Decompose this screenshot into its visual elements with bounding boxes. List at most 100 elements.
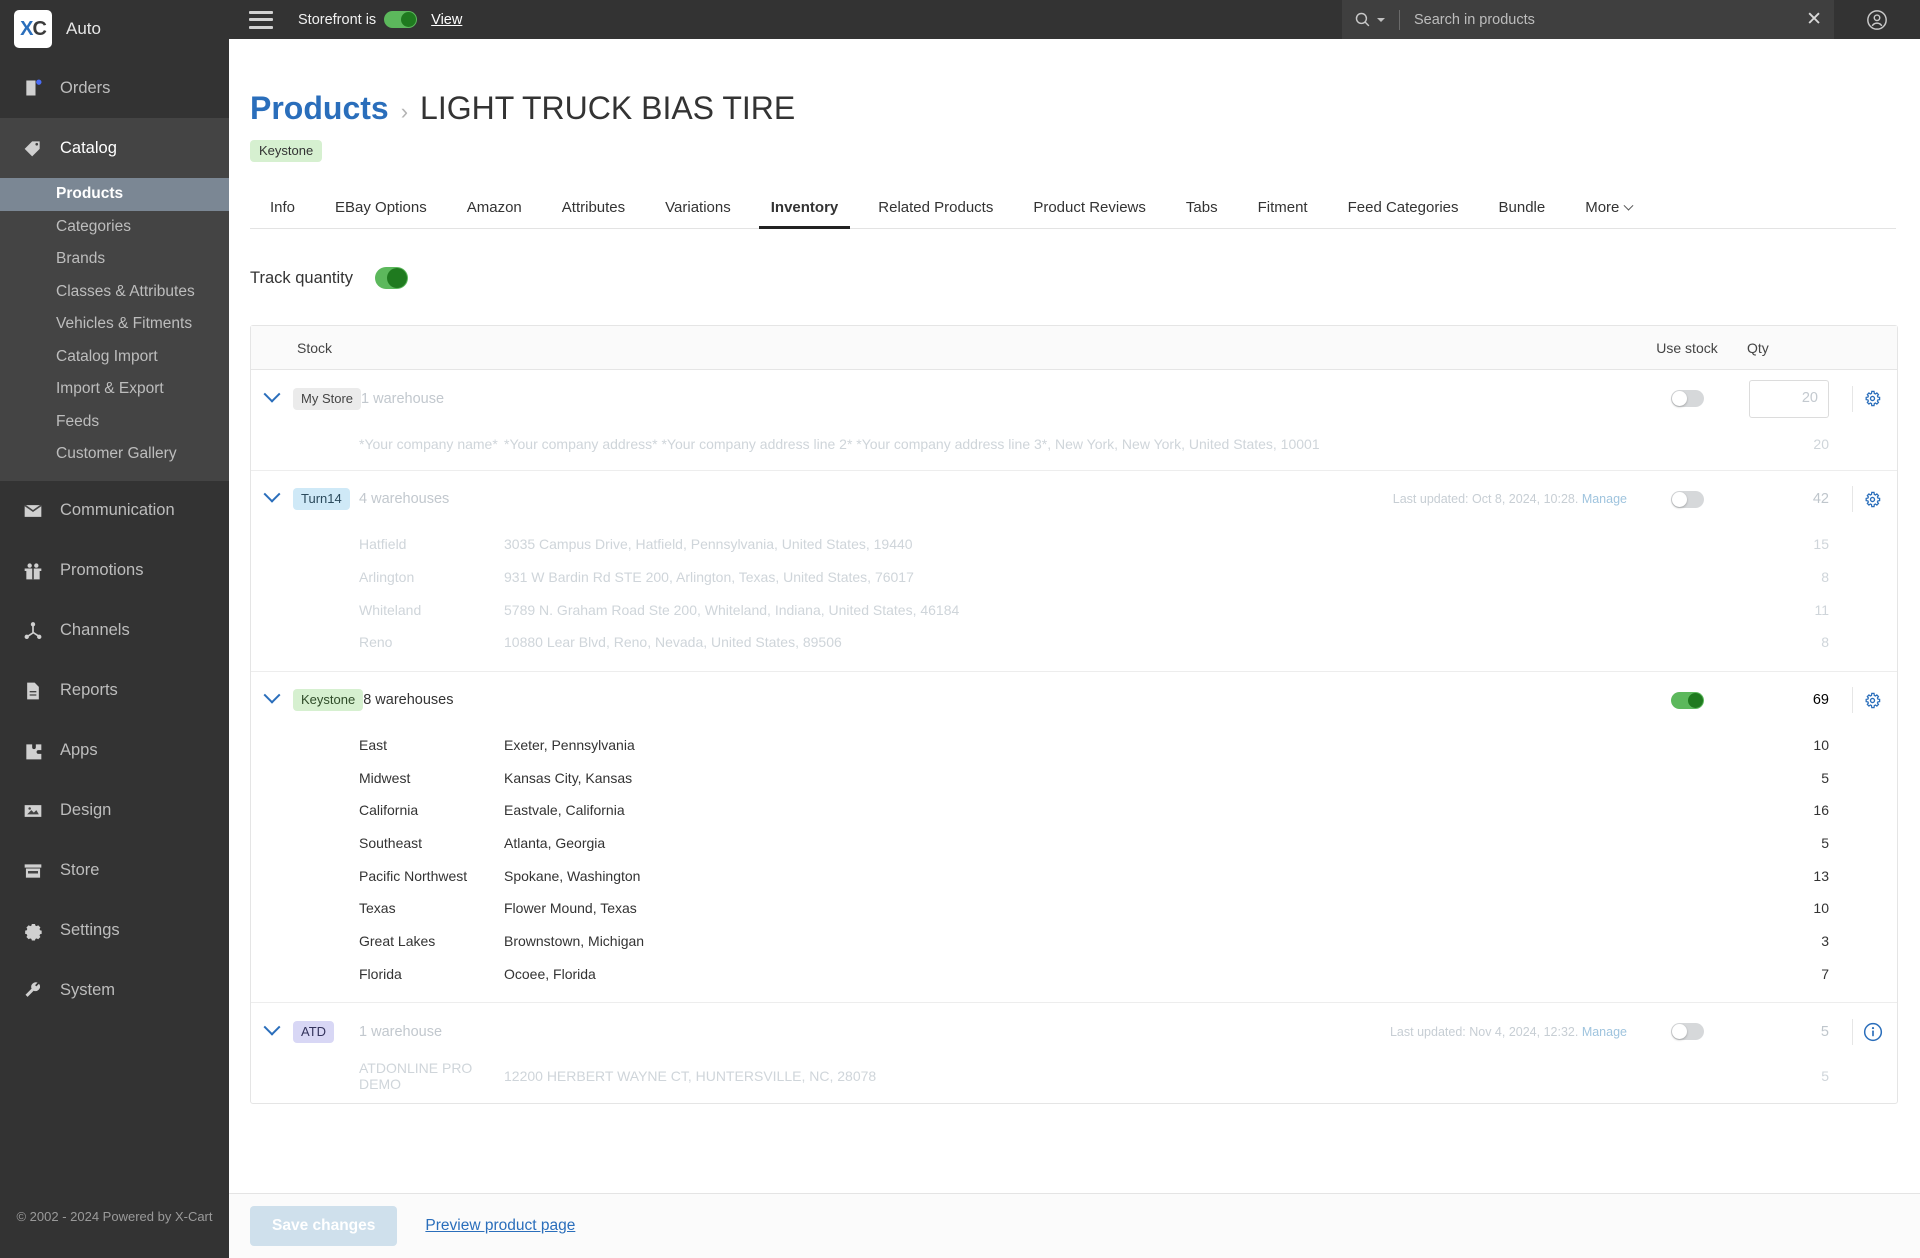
account-button[interactable] — [1834, 9, 1920, 31]
inventory-group-row: My Store 1 warehouse 20 — [251, 370, 1897, 427]
warehouse-row: Whiteland 5789 N. Graham Road Ste 200, W… — [251, 593, 1897, 626]
sidebar-item-feeds[interactable]: Feeds — [0, 406, 229, 439]
qty-input[interactable]: 20 — [1749, 379, 1829, 418]
warehouse-row: Reno 10880 Lear Blvd, Reno, Nevada, Unit… — [251, 626, 1897, 659]
group-qty: 69 — [1812, 692, 1829, 709]
tab-label: Feed Categories — [1347, 199, 1459, 217]
save-button[interactable]: Save changes — [250, 1206, 398, 1246]
sidebar-item-label: Orders — [60, 78, 111, 97]
warehouse-row: ATDONLINE PRO DEMO 12200 HERBERT WAYNE C… — [251, 1060, 1897, 1093]
sidebar-item-label: System — [60, 981, 116, 999]
sidebar-item-label: Communication — [60, 501, 175, 519]
sidebar-item-classes-attributes[interactable]: Classes & Attributes — [0, 276, 229, 309]
storefront-toggle[interactable] — [384, 11, 418, 28]
search-icon — [1354, 11, 1371, 28]
group-qty: 5 — [1820, 1023, 1829, 1040]
use-stock-toggle[interactable] — [1670, 1023, 1704, 1041]
sidebar-item-communication[interactable]: Communication — [0, 481, 229, 541]
menu-toggle-icon[interactable] — [249, 10, 273, 29]
track-quantity-toggle[interactable] — [375, 267, 409, 290]
expand-collapse-button[interactable] — [251, 385, 293, 407]
last-updated-text: Last updated: Nov 4, 2024, 12:32. — [1389, 1024, 1579, 1039]
use-stock-toggle[interactable] — [1670, 490, 1704, 508]
inventory-group: My Store 1 warehouse 20 *Your company na… — [251, 370, 1897, 471]
gift-icon — [22, 560, 44, 582]
sidebar-item-system[interactable]: System — [0, 961, 229, 1021]
warehouse-name: Great Lakes — [359, 933, 436, 950]
manage-link[interactable]: Manage — [1582, 1025, 1627, 1039]
tab-feed-categories[interactable]: Feed Categories — [1328, 199, 1479, 228]
sidebar-item-promotions[interactable]: Promotions — [0, 541, 229, 601]
sidebar-item-products[interactable]: Products — [0, 178, 229, 211]
tab-bundle[interactable]: Bundle — [1479, 199, 1566, 228]
gear-icon[interactable] — [1863, 691, 1882, 710]
gear-icon[interactable] — [1863, 389, 1882, 408]
expand-collapse-button[interactable] — [251, 686, 293, 708]
warehouse-qty: 5 — [1821, 769, 1829, 786]
view-storefront-link[interactable]: View — [431, 12, 462, 28]
subnav-label: Vehicles & Fitments — [56, 315, 193, 333]
sidebar-item-design[interactable]: Design — [0, 781, 229, 841]
sidebar-item-vehicles-fitments[interactable]: Vehicles & Fitments — [0, 308, 229, 341]
use-stock-toggle[interactable] — [1670, 691, 1704, 709]
warehouse-qty: 20 — [1813, 435, 1829, 452]
sidebar-item-categories[interactable]: Categories — [0, 211, 229, 244]
tab-tabs[interactable]: Tabs — [1166, 199, 1238, 228]
tab-amazon[interactable]: Amazon — [447, 199, 542, 228]
warehouse-count: 4 warehouses — [359, 491, 450, 508]
chevron-down-icon — [263, 686, 281, 704]
info-icon[interactable] — [1863, 1022, 1883, 1042]
tab-fitment[interactable]: Fitment — [1238, 199, 1328, 228]
tab-ebay-options[interactable]: EBay Options — [315, 199, 447, 228]
sidebar-item-reports[interactable]: Reports — [0, 661, 229, 721]
warehouse-name: ATDONLINE PRO DEMO — [359, 1060, 473, 1093]
expand-collapse-button[interactable] — [251, 1018, 293, 1040]
manage-link[interactable]: Manage — [1582, 492, 1627, 506]
subnav-label: Categories — [56, 217, 131, 235]
tab-label: Info — [270, 199, 296, 217]
sidebar-item-import-export[interactable]: Import & Export — [0, 373, 229, 406]
sidebar-item-settings[interactable]: Settings — [0, 901, 229, 961]
expand-collapse-button[interactable] — [251, 486, 293, 507]
inventory-group: Turn14 4 warehouses Last updated: Oct 8,… — [251, 471, 1897, 672]
tab-more[interactable]: More — [1565, 199, 1652, 228]
sidebar-item-catalog-import[interactable]: Catalog Import — [0, 341, 229, 374]
tab-attributes[interactable]: Attributes — [542, 199, 645, 228]
warehouse-row: Florida Ocoee, Florida 7 — [251, 957, 1897, 990]
sidebar-item-catalog[interactable]: Catalog — [0, 118, 229, 178]
warehouse-count: 1 warehouse — [361, 390, 445, 407]
search-input[interactable] — [1414, 11, 1799, 28]
brand[interactable]: XC Auto — [0, 0, 229, 58]
close-icon[interactable]: ✕ — [1806, 10, 1822, 29]
inventory-table: Stock Use stock Qty My Store 1 warehouse — [250, 325, 1898, 1104]
sidebar-item-label: Catalog — [60, 138, 117, 157]
tab-variations[interactable]: Variations — [645, 199, 751, 228]
gear-icon[interactable] — [1863, 490, 1882, 509]
sidebar-item-channels[interactable]: Channels — [0, 601, 229, 661]
warehouse-row: Pacific Northwest Spokane, Washington 13 — [251, 859, 1897, 892]
sidebar-item-store[interactable]: Store — [0, 841, 229, 901]
tab-related-products[interactable]: Related Products — [858, 199, 1013, 228]
warehouse-qty: 10 — [1813, 900, 1829, 917]
breadcrumb-products-link[interactable]: Products — [250, 90, 389, 126]
chevron-down-icon[interactable] — [1377, 17, 1385, 22]
sidebar-item-apps[interactable]: Apps — [0, 721, 229, 781]
xcart-logo-icon: XC — [14, 10, 52, 48]
warehouse-address: 931 W Bardin Rd STE 200, Arlington, Texa… — [504, 568, 914, 585]
tab-label: Bundle — [1498, 199, 1546, 217]
tab-info[interactable]: Info — [250, 199, 315, 228]
sidebar-item-orders[interactable]: Orders — [0, 58, 229, 118]
tab-label: Fitment — [1257, 199, 1308, 217]
tab-product-reviews[interactable]: Product Reviews — [1013, 199, 1166, 228]
warehouse-address: 10880 Lear Blvd, Reno, Nevada, United St… — [504, 634, 842, 651]
preview-product-page-link[interactable]: Preview product page — [425, 1217, 575, 1235]
sidebar-item-label: Design — [60, 801, 112, 819]
sidebar-item-brands[interactable]: Brands — [0, 243, 229, 276]
supplier-badge: Turn14 — [293, 488, 350, 511]
use-stock-toggle[interactable] — [1670, 390, 1704, 408]
logo-letter-c: C — [32, 17, 46, 40]
sidebar-item-customer-gallery[interactable]: Customer Gallery — [0, 438, 229, 471]
warehouse-name: Southeast — [359, 835, 423, 852]
sidebar-copyright: © 2002 - 2024 Powered by X-Cart — [16, 1208, 213, 1224]
tab-inventory[interactable]: Inventory — [751, 199, 859, 230]
